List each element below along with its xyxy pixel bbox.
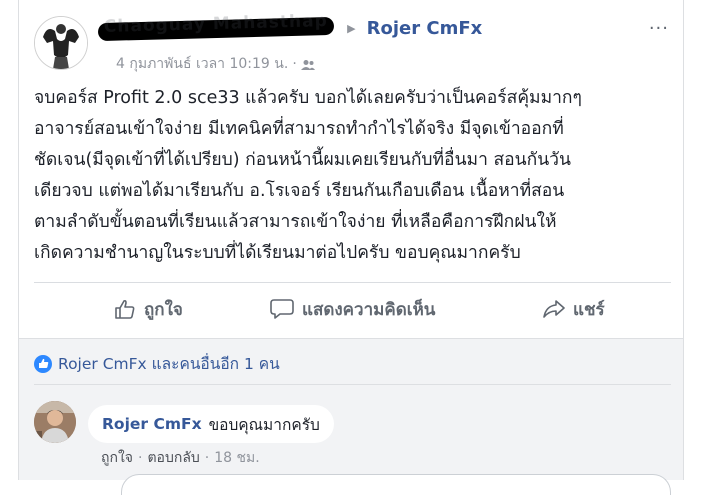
post-line: เดียวจบ แต่พอได้มาเรียนกับ อ.โรเจอร์ เรี…: [34, 181, 565, 201]
post-line: จบคอร์ส Profit 2.0 sce33 แล้วครับ บอกได้…: [34, 88, 582, 108]
thumbs-up-icon: [115, 299, 135, 319]
post-card: Chaoguay Mahasthap ▶ Rojer CmFx 4 กุมภาพ…: [18, 0, 684, 495]
meta-dot: ·: [292, 56, 297, 72]
post-header: Chaoguay Mahasthap ▶ Rojer CmFx 4 กุมภาพ…: [34, 11, 671, 75]
comments-divider: [34, 384, 671, 385]
comment-author-link[interactable]: Rojer CmFx: [102, 415, 202, 433]
right-triangle-icon: ▶: [347, 22, 356, 35]
post-body: จบคอร์ส Profit 2.0 sce33 แล้วครับ บอกได้…: [34, 83, 674, 269]
comment-button[interactable]: แสดงความคิดเห็น: [270, 294, 435, 324]
share-label: แชร์: [573, 299, 605, 320]
page-name-link[interactable]: Rojer CmFx: [367, 18, 483, 39]
more-options-button[interactable]: ···: [649, 18, 669, 39]
comment-meta-dot: ·: [138, 450, 143, 466]
comment-label: แสดงความคิดเห็น: [302, 299, 436, 320]
post-timestamp[interactable]: 4 กุมภาพันธ์ เวลา 10:19 น.: [116, 56, 288, 72]
post-title-line: Chaoguay Mahasthap ▶ Rojer CmFx: [97, 11, 483, 46]
post-line: ตามลำดับขั้นตอนที่เรียนแล้วสามารถเข้าใจง…: [34, 212, 557, 232]
speech-bubble-icon: [270, 299, 294, 319]
muscle-figure-icon: [35, 17, 87, 69]
actions-divider: [34, 282, 671, 283]
comment-bubble: Rojer CmFx ขอบคุณมากครับ: [88, 405, 334, 443]
like-button[interactable]: ถูกใจ: [114, 294, 183, 324]
profile-photo-icon: [34, 401, 76, 443]
comment-meta-dot: ·: [204, 450, 210, 466]
redacted-author-name[interactable]: Chaoguay Mahasthap: [97, 11, 335, 41]
comment-age[interactable]: 18 ชม.: [214, 450, 259, 466]
next-comment-bubble: [121, 474, 671, 495]
comment-like-link[interactable]: ถูกใจ: [101, 450, 133, 466]
post-line: ชัดเจน(มีจุดเข้าที่ได้เปรียบ) ก่อนหน้านี…: [34, 150, 571, 170]
share-arrow-icon: [543, 300, 565, 318]
post-line: อาจารย์สอนเข้าใจง่าย มีเทคนิคที่สามารถทำ…: [34, 119, 564, 139]
friends-audience-icon[interactable]: [300, 59, 315, 75]
share-button[interactable]: แชร์: [543, 294, 605, 324]
comment-text: ขอบคุณมากครับ: [208, 415, 320, 434]
reaction-summary-text: Rojer CmFx และคนอื่นอีก 1 คน: [58, 355, 280, 373]
comment-reply-link[interactable]: ตอบกลับ: [147, 450, 199, 466]
action-bar: ถูกใจ แสดงความคิดเห็น แชร์: [34, 288, 671, 334]
author-avatar[interactable]: [34, 16, 88, 70]
comment-actions: ถูกใจ · ตอบกลับ · 18 ชม.: [101, 447, 260, 469]
commenter-avatar[interactable]: [34, 401, 76, 443]
post-line: เกิดความชำนาญในระบบที่ได้เรียนมาต่อไปครั…: [34, 243, 521, 263]
post-meta: 4 กุมภาพันธ์ เวลา 10:19 น. ·: [116, 53, 315, 75]
reactions-and-comments: Rojer CmFx และคนอื่นอีก 1 คน Rojer CmFx …: [19, 338, 683, 495]
reaction-summary[interactable]: Rojer CmFx และคนอื่นอีก 1 คน: [34, 351, 280, 376]
like-label: ถูกใจ: [144, 299, 183, 320]
like-reaction-icon: [34, 354, 52, 373]
